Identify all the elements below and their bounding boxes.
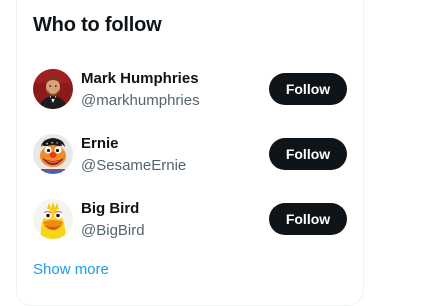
- panel-title: Who to follow: [33, 14, 162, 36]
- user-handle: @BigBird: [81, 222, 145, 239]
- user-name[interactable]: Mark Humphries: [81, 69, 199, 88]
- user-handle: @SesameErnie: [81, 157, 187, 174]
- suggestion-row[interactable]: Big Bird @BigBird Follow: [17, 187, 363, 252]
- ernie-muppet-avatar-icon: [33, 134, 73, 174]
- user-avatar[interactable]: [33, 69, 73, 109]
- suggestion-row[interactable]: Mark Humphries @markhumphries Follow: [17, 57, 363, 122]
- user-avatar[interactable]: [33, 134, 73, 174]
- user-name[interactable]: Big Bird: [81, 199, 139, 218]
- who-to-follow-panel: Who to follow Mark Humphries @markhumphr…: [16, 0, 364, 306]
- user-handle: @markhumphries: [81, 92, 200, 109]
- user-name[interactable]: Ernie: [81, 134, 119, 153]
- follow-button[interactable]: Follow: [269, 73, 347, 105]
- follow-button[interactable]: Follow: [269, 138, 347, 170]
- big-bird-muppet-avatar-icon: [33, 199, 73, 239]
- person-photo-avatar-icon: [33, 69, 73, 109]
- suggestion-row[interactable]: Ernie @SesameErnie Follow: [17, 122, 363, 187]
- show-more-link[interactable]: Show more: [33, 260, 109, 280]
- user-avatar[interactable]: [33, 199, 73, 239]
- follow-button[interactable]: Follow: [269, 203, 347, 235]
